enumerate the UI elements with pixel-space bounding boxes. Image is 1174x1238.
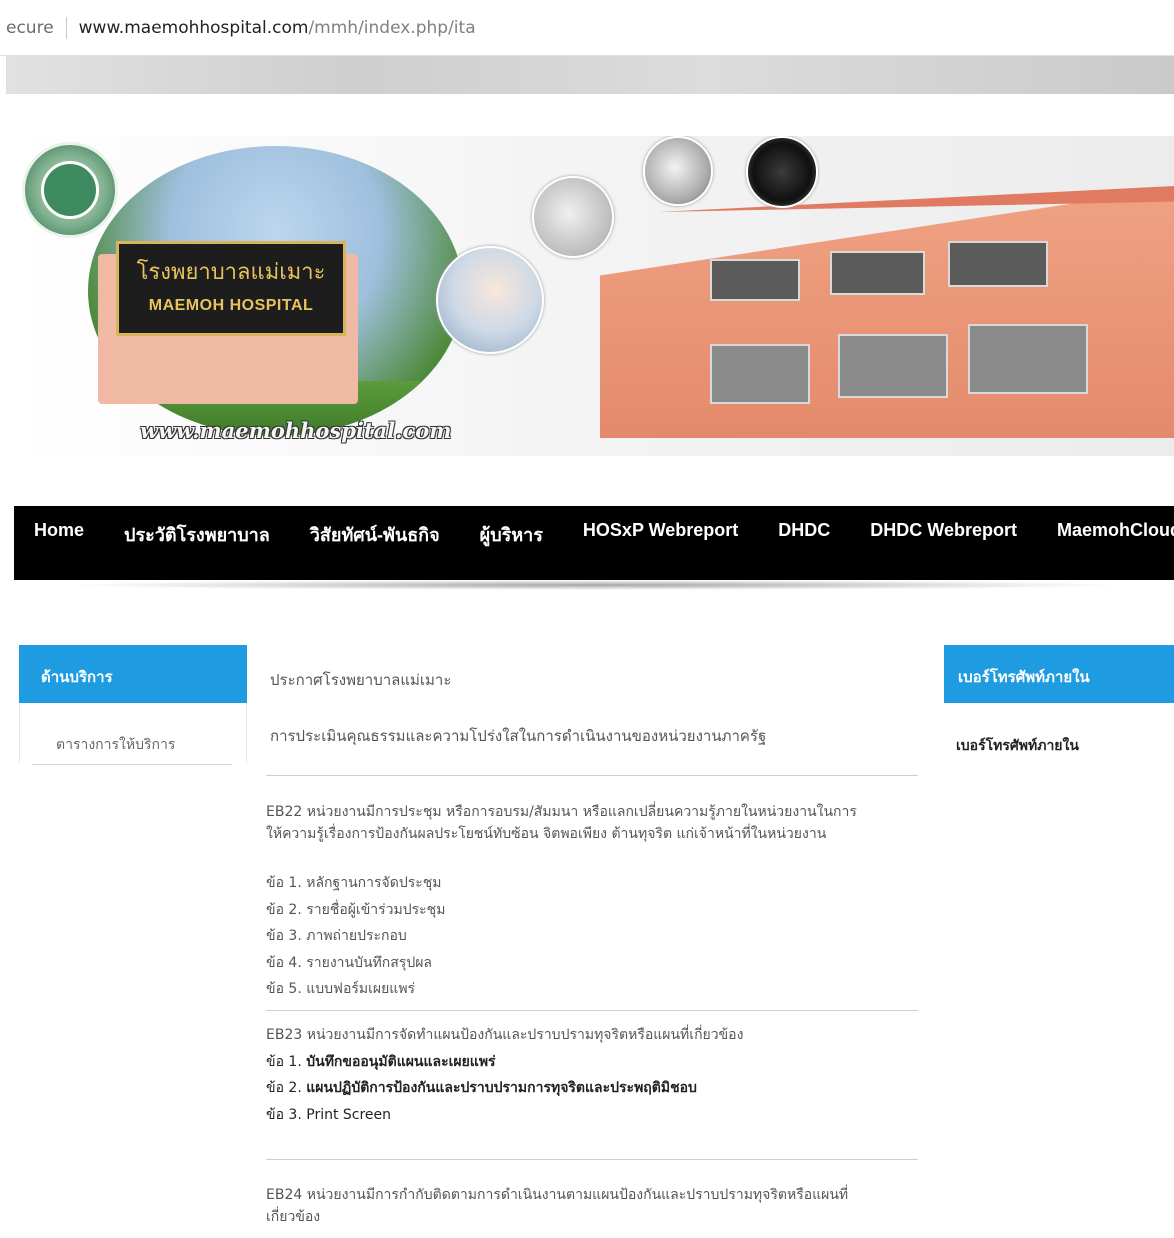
eb23-item-1[interactable]: ข้อ 1. บันทึกขออนุมัติแผนและเผยแพร่ — [266, 1049, 926, 1076]
nav-item-dhdc[interactable]: DHDC — [778, 520, 830, 541]
sign-english-text: MAEMOH HOSPITAL — [148, 297, 314, 314]
nav-item-history[interactable]: ประวัติโรงพยาบาล — [124, 520, 270, 549]
eb24-description: EB24 หน่วยงานมีการกำกับติดตามการดำเนินงา… — [266, 1184, 926, 1228]
sign-thai-text: โรงพยาบาลแม่เมาะ — [136, 260, 326, 285]
hospital-banner: โรงพยาบาลแม่เมาะ MAEMOH HOSPITAL www.mae… — [18, 136, 1174, 456]
building-window — [968, 324, 1088, 394]
doctor-photo-bubble — [436, 246, 544, 354]
eb23-item-2-link[interactable]: แผนปฏิบัติการป้องกันและปราบปรามการทุจริต… — [306, 1080, 697, 1096]
eb23-section: EB23 หน่วยงานมีการจัดทำแผนป้องกันและปราบ… — [266, 1022, 926, 1128]
eb22-line2: ให้ความรู้เรื่องการป้องกันผลประโยชน์ทับซ… — [266, 826, 827, 842]
eb23-item-3[interactable]: ข้อ 3. Print Screen — [266, 1102, 926, 1129]
eb22-item-1[interactable]: ข้อ 1. หลักฐานการจัดประชุม — [266, 870, 926, 897]
announcement-subtitle: การประเมินคุณธรรมและความโปร่งใสในการดำเน… — [270, 727, 767, 745]
url-path[interactable]: /mmh/index.php/ita — [308, 18, 475, 38]
eb24-line2: เกี่ยวข้อง — [266, 1209, 321, 1225]
building-window — [710, 344, 810, 404]
eb22-item-5[interactable]: ข้อ 5. แบบฟอร์มเผยแพร่ — [266, 976, 926, 1003]
sidebar-divider — [32, 764, 232, 765]
sidebar-item-internal-phone[interactable]: เบอร์โทรศัพท์ภายใน — [956, 735, 1079, 757]
equipment-photo-bubble — [532, 176, 614, 258]
eb24-line1: EB24 หน่วยงานมีการกำกับติดตามการดำเนินงา… — [266, 1187, 849, 1203]
left-sidebar-title: ด้านบริการ — [19, 645, 247, 703]
equipment-photo-bubble — [746, 136, 818, 208]
eb22-item-4[interactable]: ข้อ 4. รายงานบันทึกสรุปผล — [266, 950, 926, 977]
building-window — [830, 251, 925, 295]
eb23-item-2-prefix: ข้อ 2. — [266, 1080, 307, 1096]
nav-item-dhdc-webreport[interactable]: DHDC Webreport — [870, 520, 1017, 541]
equipment-photo-bubble — [643, 136, 713, 206]
nav-item-vision[interactable]: วิสัยทัศน์-พันธกิจ — [310, 520, 440, 549]
eb23-item-1-link[interactable]: บันทึกขออนุมัติแผนและเผยแพร่ — [306, 1054, 495, 1070]
eb23-item-3-prefix: ข้อ 3. — [266, 1106, 307, 1123]
main-nav: Home ประวัติโรงพยาบาล วิสัยทัศน์-พันธกิจ… — [14, 506, 1174, 580]
nav-item-hosxp-webreport[interactable]: HOSxP Webreport — [583, 520, 738, 541]
section-divider — [266, 1159, 918, 1160]
section-divider — [266, 775, 918, 776]
announcement-title: ประกาศโรงพยาบาลแม่เมาะ — [270, 671, 452, 689]
right-sidebar-title: เบอร์โทรศัพท์ภายใน — [944, 645, 1174, 703]
content-lower-section: EB22 หน่วยงานมีการประชุม หรือการอบรม/สัม… — [0, 766, 1174, 1238]
eb23-item-1-prefix: ข้อ 1. — [266, 1053, 307, 1070]
nav-item-maemohcloud[interactable]: MaemohCloud — [1057, 520, 1174, 541]
hospital-sign: โรงพยาบาลแม่เมาะ MAEMOH HOSPITAL — [116, 241, 346, 336]
banner-site-url: www.maemohhospital.com — [140, 418, 452, 443]
building-window — [838, 334, 948, 398]
building-window — [948, 241, 1048, 287]
section-divider — [266, 1010, 918, 1011]
eb23-item-2[interactable]: ข้อ 2. แผนปฏิบัติการป้องกันและปราบปรามกา… — [266, 1075, 926, 1102]
hospital-building — [600, 188, 1174, 438]
eb23-title: EB23 หน่วยงานมีการจัดทำแผนป้องกันและปราบ… — [266, 1027, 744, 1043]
building-window — [710, 259, 800, 301]
nav-item-executives[interactable]: ผู้บริหาร — [480, 520, 543, 549]
eb22-description: EB22 หน่วยงานมีการประชุม หรือการอบรม/สัม… — [266, 801, 926, 845]
address-bar[interactable]: ecure www.maemohhospital.com/mmh/index.p… — [0, 0, 1174, 56]
nav-shadow — [60, 580, 1130, 590]
nav-item-home[interactable]: Home — [34, 520, 84, 541]
eb22-line1: EB22 หน่วยงานมีการประชุม หรือการอบรม/สัม… — [266, 804, 857, 820]
decorative-strip — [6, 56, 1174, 94]
security-indicator[interactable]: ecure — [6, 18, 54, 38]
eb23-item-3-link[interactable]: Print Screen — [306, 1107, 391, 1123]
eb22-item-3[interactable]: ข้อ 3. ภาพถ่ายประกอบ — [266, 923, 926, 950]
sidebar-item-service-schedule[interactable]: ตารางการให้บริการ — [56, 734, 175, 756]
url-host[interactable]: www.maemohhospital.com — [79, 18, 309, 38]
eb22-item-2[interactable]: ข้อ 2. รายชื่อผู้เข้าร่วมประชุม — [266, 897, 926, 924]
address-separator — [65, 16, 67, 39]
eb22-list: ข้อ 1. หลักฐานการจัดประชุม ข้อ 2. รายชื่… — [266, 870, 926, 1003]
ministry-seal-icon — [22, 142, 118, 238]
